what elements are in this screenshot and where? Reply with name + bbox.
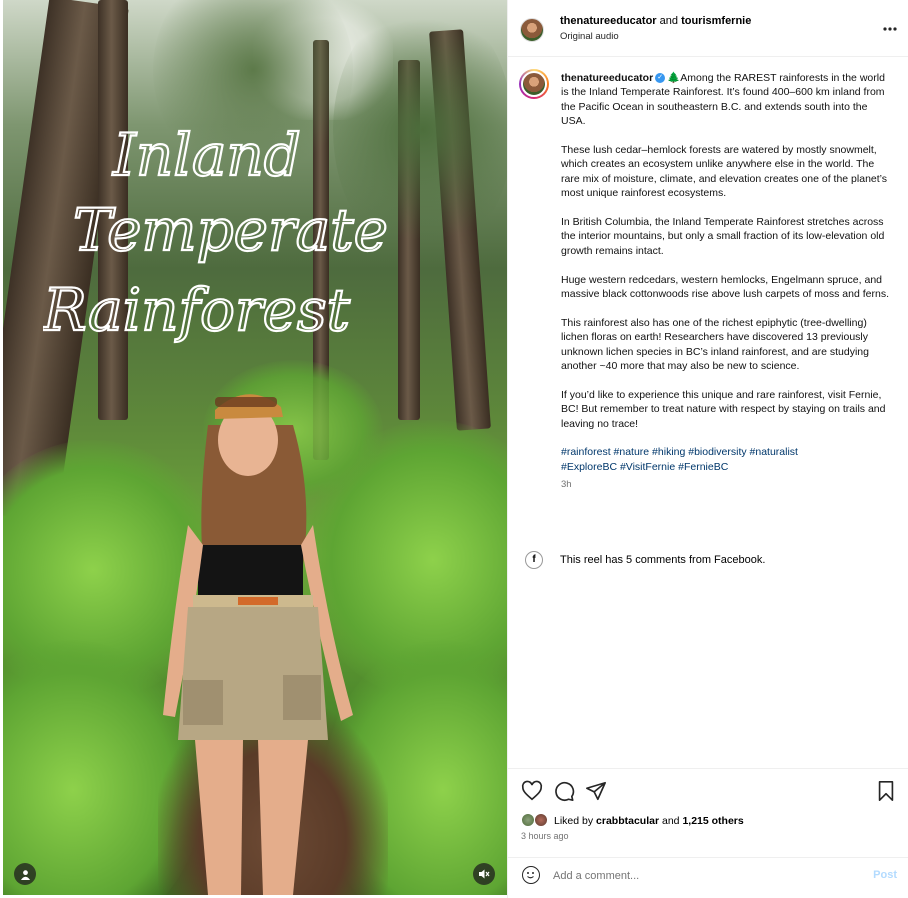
caption-paragraph: These lush cedar–hemlock forests are wat… — [561, 144, 888, 200]
hashtag-links-2[interactable]: #ExploreBC #VisitFernie #FernieBC — [561, 461, 728, 473]
likes-joiner: and — [661, 815, 680, 827]
tagged-user-button[interactable] — [14, 863, 36, 885]
caption-paragraph: This rainforest also has one of the rich… — [561, 316, 869, 373]
action-bar: Liked by crabbtacular and 1,215 others 3… — [508, 768, 908, 863]
verified-badge-icon: ✓ — [655, 73, 666, 84]
user-icon — [20, 869, 30, 880]
canopy — [333, 0, 507, 260]
avatar — [521, 813, 535, 827]
post-timestamp[interactable]: 3 hours ago — [521, 831, 569, 841]
comment-bubble-icon[interactable] — [553, 780, 575, 802]
avatar[interactable] — [520, 18, 544, 42]
more-options-icon[interactable] — [883, 18, 897, 36]
like-heart-icon[interactable] — [521, 780, 543, 802]
avatar — [521, 71, 547, 97]
audio-link[interactable]: Original audio — [560, 31, 619, 42]
facebook-comments-row: f This reel has 5 comments from Facebook… — [525, 551, 885, 571]
comment-input[interactable] — [553, 868, 843, 884]
post-sidebar: thenatureeducator and tourismfernie Orig… — [507, 0, 908, 898]
avatar — [534, 813, 548, 827]
speaker-muted-icon — [479, 869, 490, 879]
post-header: thenatureeducator and tourismfernie Orig… — [508, 0, 908, 57]
hashtag-links-1[interactable]: #rainforest #nature #hiking #biodiversit… — [561, 446, 798, 458]
likes-text[interactable]: Liked by crabbtacular and 1,215 others — [554, 815, 744, 827]
likes-prefix: Liked by — [554, 815, 594, 827]
account-link[interactable]: thenatureeducator — [560, 15, 657, 27]
story-avatar[interactable] — [519, 69, 549, 99]
facebook-comments-text: This reel has 5 comments from Facebook. — [560, 554, 766, 566]
post-button[interactable]: Post — [873, 869, 897, 881]
facebook-icon: f — [525, 551, 543, 569]
hashtags: #rainforest #nature #hiking #biodiversit… — [561, 445, 891, 474]
caption-age[interactable]: 3h — [561, 478, 891, 492]
emoji-icon[interactable] — [522, 866, 540, 884]
caption-section: thenatureeducator ✓ 🌲Among the RAREST rain… — [508, 58, 908, 768]
caption-paragraph: If you’d like to experience this unique … — [561, 388, 886, 430]
liker-username[interactable]: crabbtacular — [596, 815, 659, 827]
comment-bar: Post — [508, 857, 908, 895]
person-figure — [163, 394, 353, 895]
caption-paragraph: In British Columbia, the Inland Temperat… — [561, 216, 885, 257]
caption-text: thenatureeducator ✓ 🌲Among the RAREST rain… — [561, 71, 891, 493]
instagram-post-modal: Inland Temperate Rainforest thenatureedu… — [0, 0, 908, 898]
caption-paragraph: Huge western redcedars, western hemlocks… — [561, 273, 889, 301]
caption-username[interactable]: thenatureeducator — [561, 72, 653, 84]
header-joiner: and — [659, 15, 678, 27]
likes-others-count[interactable]: 1,215 others — [682, 815, 743, 827]
share-send-icon[interactable] — [585, 780, 607, 802]
header-accounts: thenatureeducator and tourismfernie — [560, 15, 751, 27]
mute-button[interactable] — [473, 863, 495, 885]
tree-trunk — [98, 0, 128, 420]
collaborator-link[interactable]: tourismfernie — [681, 15, 751, 27]
save-bookmark-icon[interactable] — [875, 780, 897, 802]
caption-paragraph: thenatureeducator ✓ 🌲Among the RAREST rain… — [561, 71, 891, 129]
reel-video[interactable]: Inland Temperate Rainforest — [3, 0, 507, 895]
